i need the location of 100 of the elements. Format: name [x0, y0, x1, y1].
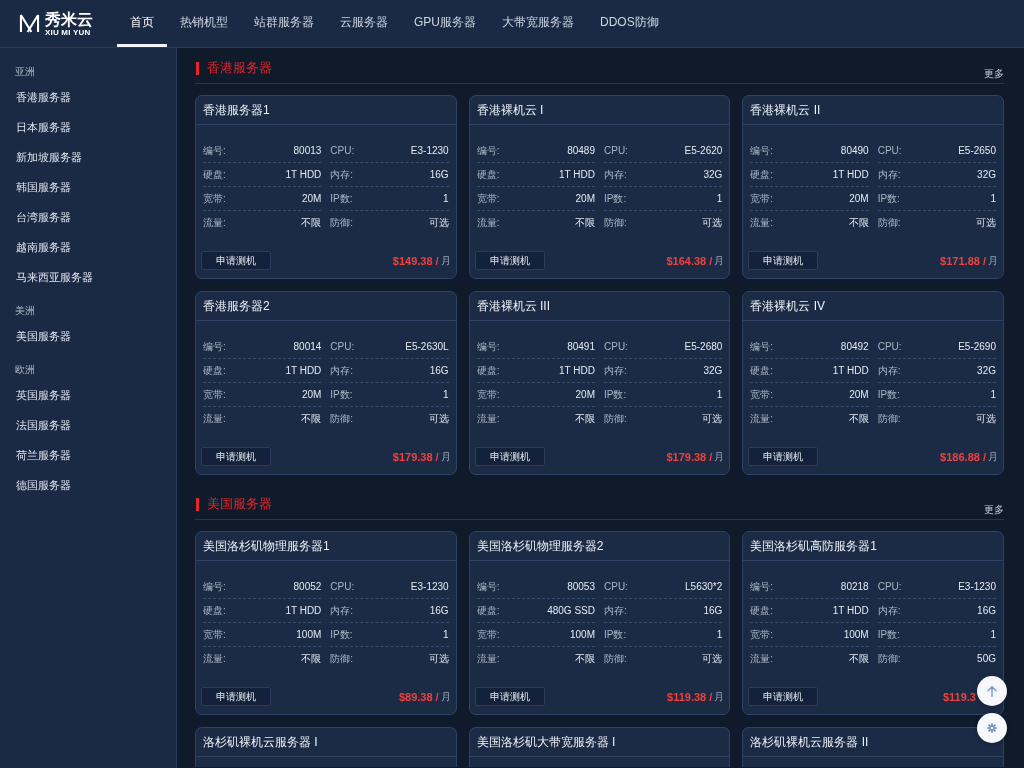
sidebar-item[interactable]: 日本服务器 [15, 112, 71, 142]
spec-label: 编号: [203, 579, 226, 594]
spec-value: 20M [301, 193, 322, 204]
spec-value: 80489 [567, 145, 595, 156]
nav-tab[interactable]: 大带宽服务器 [489, 0, 587, 47]
spec-label: IP数: [330, 627, 353, 642]
spec-label: 硬盘: [203, 363, 226, 378]
spec-label: 内存: [877, 167, 901, 182]
sidebar-item[interactable]: 荷兰服务器 [15, 440, 71, 470]
nav-tab[interactable]: DDOS防御 [587, 0, 672, 47]
spec-value: E3-1230 [410, 145, 449, 156]
spec-value: 可选 [976, 411, 996, 426]
spec-label: 编号: [750, 143, 774, 158]
sidebar-item[interactable]: 马来西亚服务器 [15, 262, 93, 292]
request-test-button[interactable]: 申请测机 [201, 687, 271, 706]
spec-value: 80490 [840, 145, 869, 156]
settings-button[interactable] [977, 713, 1007, 743]
spec-label: 硬盘: [750, 603, 774, 618]
sidebar-item[interactable]: 美国服务器 [15, 321, 71, 351]
spec-label: 宽带: [476, 387, 500, 402]
card-title: 洛杉矶裸机云服务器 II [750, 733, 869, 751]
spec-label: IP数: [330, 191, 353, 206]
more-link[interactable]: 更多 [984, 505, 1004, 515]
spec-value: E5-2690 [958, 341, 996, 352]
spec-label: 防御: [877, 651, 901, 666]
section-marker-icon [196, 497, 199, 511]
spec-value: 16G [703, 605, 723, 616]
spec-label: 内存: [877, 363, 901, 378]
spec-label: 宽带: [476, 191, 500, 206]
nav-tab[interactable]: GPU服务器 [401, 0, 489, 47]
spec-label: 硬盘: [750, 363, 774, 378]
spec-value: 80014 [293, 341, 322, 352]
sidebar-item[interactable]: 香港服务器 [15, 82, 71, 112]
spec-value: 1T HDD [285, 605, 322, 616]
spec-label: CPU: [877, 341, 902, 352]
spec-value: 不限 [848, 215, 869, 230]
spec-value: 20M [575, 193, 595, 204]
price: $164.38 / [666, 254, 713, 267]
request-test-button[interactable]: 申请测机 [748, 687, 819, 706]
sidebar-item[interactable]: 英国服务器 [15, 380, 71, 410]
sidebar-item[interactable]: 法国服务器 [15, 410, 71, 440]
price: $179.38 / [666, 450, 713, 463]
price-unit: 月 [714, 689, 725, 704]
request-test-button[interactable]: 申请测机 [201, 447, 271, 466]
spec-label: IP数: [330, 387, 353, 402]
spec-value: E3-1230 [958, 581, 996, 592]
card-title: 美国洛杉矶高防服务器1 [750, 537, 877, 555]
price: $171.88 / [940, 254, 986, 267]
spec-value: L5630*2 [685, 581, 723, 592]
spec-label: 硬盘: [203, 167, 226, 182]
spec-value: 可选 [702, 215, 723, 230]
spec-value: 1 [443, 193, 449, 204]
spec-value: E5-2620 [684, 145, 723, 156]
spec-value: 不限 [575, 651, 595, 666]
request-test-button[interactable]: 申请测机 [748, 251, 819, 270]
request-test-button[interactable]: 申请测机 [201, 251, 271, 270]
spec-label: IP数: [877, 191, 900, 206]
sidebar-group-label: 美洲 [15, 304, 35, 318]
spec-value: 可选 [428, 215, 449, 230]
spec-value: 1T HDD [832, 605, 869, 616]
nav-tab[interactable]: 云服务器 [327, 0, 401, 47]
price-unit: 月 [440, 689, 451, 704]
request-test-button[interactable]: 申请测机 [474, 251, 545, 270]
more-link[interactable]: 更多 [984, 69, 1004, 79]
spec-value: 20M [575, 389, 595, 400]
spec-label: 内存: [604, 603, 627, 618]
spec-label: 编号: [203, 143, 226, 158]
sidebar-item[interactable]: 新加坡服务器 [15, 142, 82, 172]
spec-value: 20M [849, 389, 869, 400]
nav-tab[interactable]: 热销机型 [167, 0, 241, 47]
spec-label: 硬盘: [476, 167, 500, 182]
request-test-button[interactable]: 申请测机 [748, 447, 819, 466]
price: $179.38 / [392, 450, 439, 463]
card-title: 美国洛杉矶物理服务器2 [476, 537, 604, 555]
request-test-button[interactable]: 申请测机 [474, 447, 545, 466]
spec-label: 流量: [203, 411, 226, 426]
spec-value: 不限 [301, 411, 322, 426]
spec-value: 1T HDD [285, 365, 322, 376]
sidebar-item[interactable]: 越南服务器 [15, 232, 71, 262]
nav-tab[interactable]: 站群服务器 [241, 0, 327, 47]
spec-label: 防御: [604, 215, 627, 230]
spec-value: 不限 [575, 215, 595, 230]
spec-value: 1 [443, 629, 449, 640]
spec-value: 32G [977, 365, 996, 376]
spec-value: 可选 [428, 411, 449, 426]
spec-value: 1T HDD [832, 169, 869, 180]
logo-icon [19, 14, 40, 33]
arrow-up-icon [987, 685, 997, 697]
sidebar-item[interactable]: 德国服务器 [15, 470, 71, 500]
sidebar-item[interactable]: 台湾服务器 [15, 202, 71, 232]
sidebar-item[interactable]: 韩国服务器 [15, 172, 71, 202]
spec-label: 编号: [476, 143, 500, 158]
spec-value: 1 [716, 389, 723, 400]
spec-label: 编号: [476, 339, 500, 354]
request-test-button[interactable]: 申请测机 [474, 687, 545, 706]
section-marker-icon [196, 61, 199, 75]
spec-label: 宽带: [203, 387, 226, 402]
price-unit: 月 [714, 449, 725, 464]
spec-label: 硬盘: [476, 363, 500, 378]
price: $149.38 / [392, 254, 439, 267]
